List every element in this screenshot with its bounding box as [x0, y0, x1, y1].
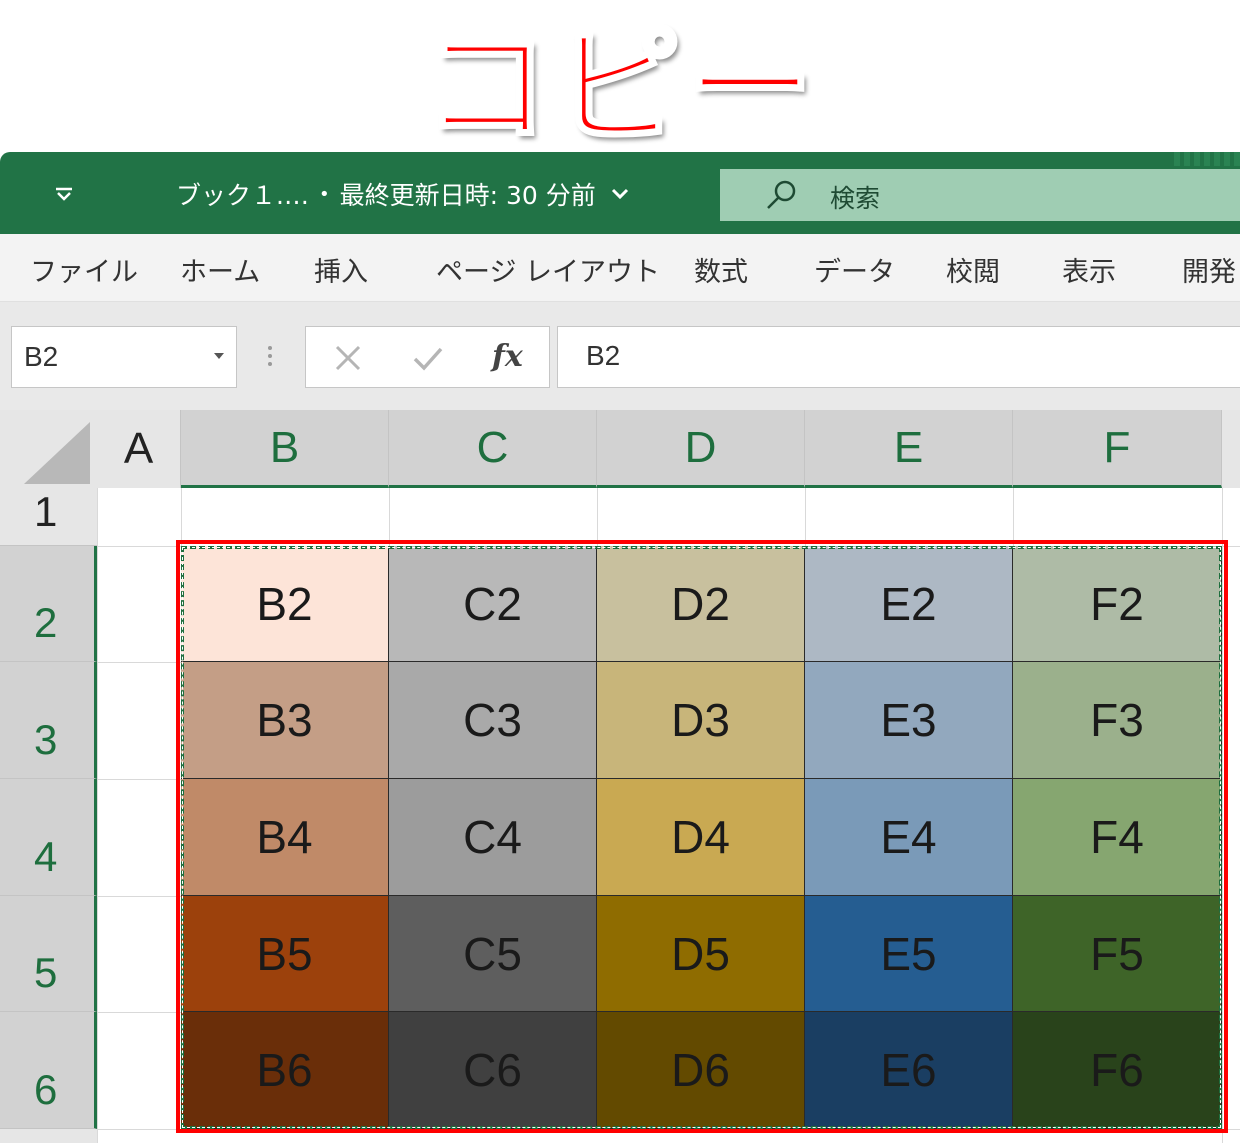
cell-d4[interactable]: D4: [597, 779, 805, 896]
cell-c3[interactable]: C3: [389, 662, 597, 779]
formula-input-value: B2: [586, 340, 621, 371]
cell-e6[interactable]: E6: [805, 1012, 1013, 1129]
spreadsheet-grid: A B C D E F 1 2 3 4 5 6 B2 C2 D2 E2 F2 B3 C3 D3…: [0, 410, 1240, 1143]
gridline: [97, 1012, 181, 1013]
gridline: [97, 488, 98, 1143]
column-header-d[interactable]: D: [597, 410, 805, 488]
cancel-icon[interactable]: [331, 341, 365, 375]
cell-d2[interactable]: D2: [597, 546, 805, 662]
row-header-4[interactable]: 4: [0, 779, 97, 896]
column-header-c[interactable]: C: [389, 410, 597, 488]
cell-c6[interactable]: C6: [389, 1012, 597, 1129]
column-header-a[interactable]: A: [97, 410, 181, 488]
gridline: [1222, 488, 1223, 1143]
cell-b6[interactable]: B6: [181, 1012, 389, 1129]
cell-d3[interactable]: D3: [597, 662, 805, 779]
cell-f4[interactable]: F4: [1013, 779, 1222, 896]
headline-copy: コピー: [420, 11, 818, 163]
cell-c5[interactable]: C5: [389, 896, 597, 1012]
insert-function-icon[interactable]: fx: [492, 339, 523, 374]
gridline: [597, 488, 598, 546]
tab-view[interactable]: 表示: [1062, 250, 1116, 289]
cell-b4[interactable]: B4: [181, 779, 389, 896]
title-bar-pattern: [1174, 152, 1240, 166]
tab-home[interactable]: ホーム: [180, 250, 260, 289]
name-box-value: B2: [24, 341, 59, 372]
tab-formulas[interactable]: 数式: [694, 250, 748, 289]
tab-data[interactable]: データ: [814, 250, 895, 289]
row-header-next[interactable]: [0, 1129, 97, 1143]
title-separator: •: [318, 183, 330, 205]
document-name: ブック１.…: [176, 181, 309, 210]
gridline: [389, 488, 390, 546]
gridline: [805, 488, 806, 546]
tab-page-layout[interactable]: ページ レイアウト: [436, 250, 660, 289]
tab-developer[interactable]: 開発: [1182, 250, 1236, 289]
ribbon-tabs: ファイル ホーム 挿入 ページ レイアウト 数式 データ 校閲 表示 開発: [0, 234, 1240, 302]
cell-f3[interactable]: F3: [1013, 662, 1222, 779]
cell-d5[interactable]: D5: [597, 896, 805, 1012]
confirm-check-icon[interactable]: [411, 341, 445, 375]
cell-f2[interactable]: F2: [1013, 546, 1222, 662]
tab-file[interactable]: ファイル: [30, 250, 138, 289]
document-title[interactable]: ブック１.… • 最終更新日時: 30 分前: [176, 178, 630, 210]
cell-f6[interactable]: F6: [1013, 1012, 1222, 1129]
row-header-1[interactable]: 1: [0, 488, 97, 546]
chevron-down-icon[interactable]: [610, 187, 630, 201]
row-header-2[interactable]: 2: [0, 546, 97, 662]
search-placeholder: 検索: [830, 184, 881, 213]
gridline: [97, 779, 181, 780]
tab-insert[interactable]: 挿入: [314, 250, 368, 289]
vertical-dots-icon[interactable]: [262, 342, 278, 374]
row-header-3[interactable]: 3: [0, 662, 97, 779]
title-bar: ブック１.… • 最終更新日時: 30 分前 検索: [0, 152, 1240, 234]
quick-access-dropdown-icon[interactable]: [50, 182, 78, 206]
cell-f5[interactable]: F5: [1013, 896, 1222, 1012]
cell-d6[interactable]: D6: [597, 1012, 805, 1129]
gridline: [181, 488, 182, 546]
column-header-f[interactable]: F: [1013, 410, 1222, 488]
select-all-button[interactable]: [0, 410, 97, 488]
column-header-next[interactable]: [1222, 410, 1240, 488]
formula-buttons: fx: [305, 326, 550, 388]
cell-c2[interactable]: C2: [389, 546, 597, 662]
cell-e2[interactable]: E2: [805, 546, 1013, 662]
search-icon: [764, 179, 800, 211]
tab-review[interactable]: 校閲: [946, 250, 1000, 289]
saved-status: 最終更新日時: 30 分前: [339, 181, 596, 210]
search-box[interactable]: 検索: [720, 169, 1240, 221]
column-header-b[interactable]: B: [181, 410, 389, 488]
row-header-5[interactable]: 5: [0, 896, 97, 1012]
column-header-e[interactable]: E: [805, 410, 1013, 488]
cell-c4[interactable]: C4: [389, 779, 597, 896]
cell-b5[interactable]: B5: [181, 896, 389, 1012]
formula-bar-area: B2 fx B2: [0, 302, 1240, 410]
row-header-6[interactable]: 6: [0, 1012, 97, 1129]
name-box-dropdown-icon[interactable]: [214, 353, 224, 359]
cell-e5[interactable]: E5: [805, 896, 1013, 1012]
cell-e4[interactable]: E4: [805, 779, 1013, 896]
cell-e3[interactable]: E3: [805, 662, 1013, 779]
cell-b2[interactable]: B2: [181, 546, 389, 662]
gridline: [97, 1129, 1240, 1130]
name-box[interactable]: B2: [11, 326, 237, 388]
gridline: [97, 896, 181, 897]
cell-b3[interactable]: B3: [181, 662, 389, 779]
formula-input[interactable]: B2: [557, 326, 1240, 388]
gridline: [1013, 488, 1014, 546]
gridline: [97, 662, 181, 663]
